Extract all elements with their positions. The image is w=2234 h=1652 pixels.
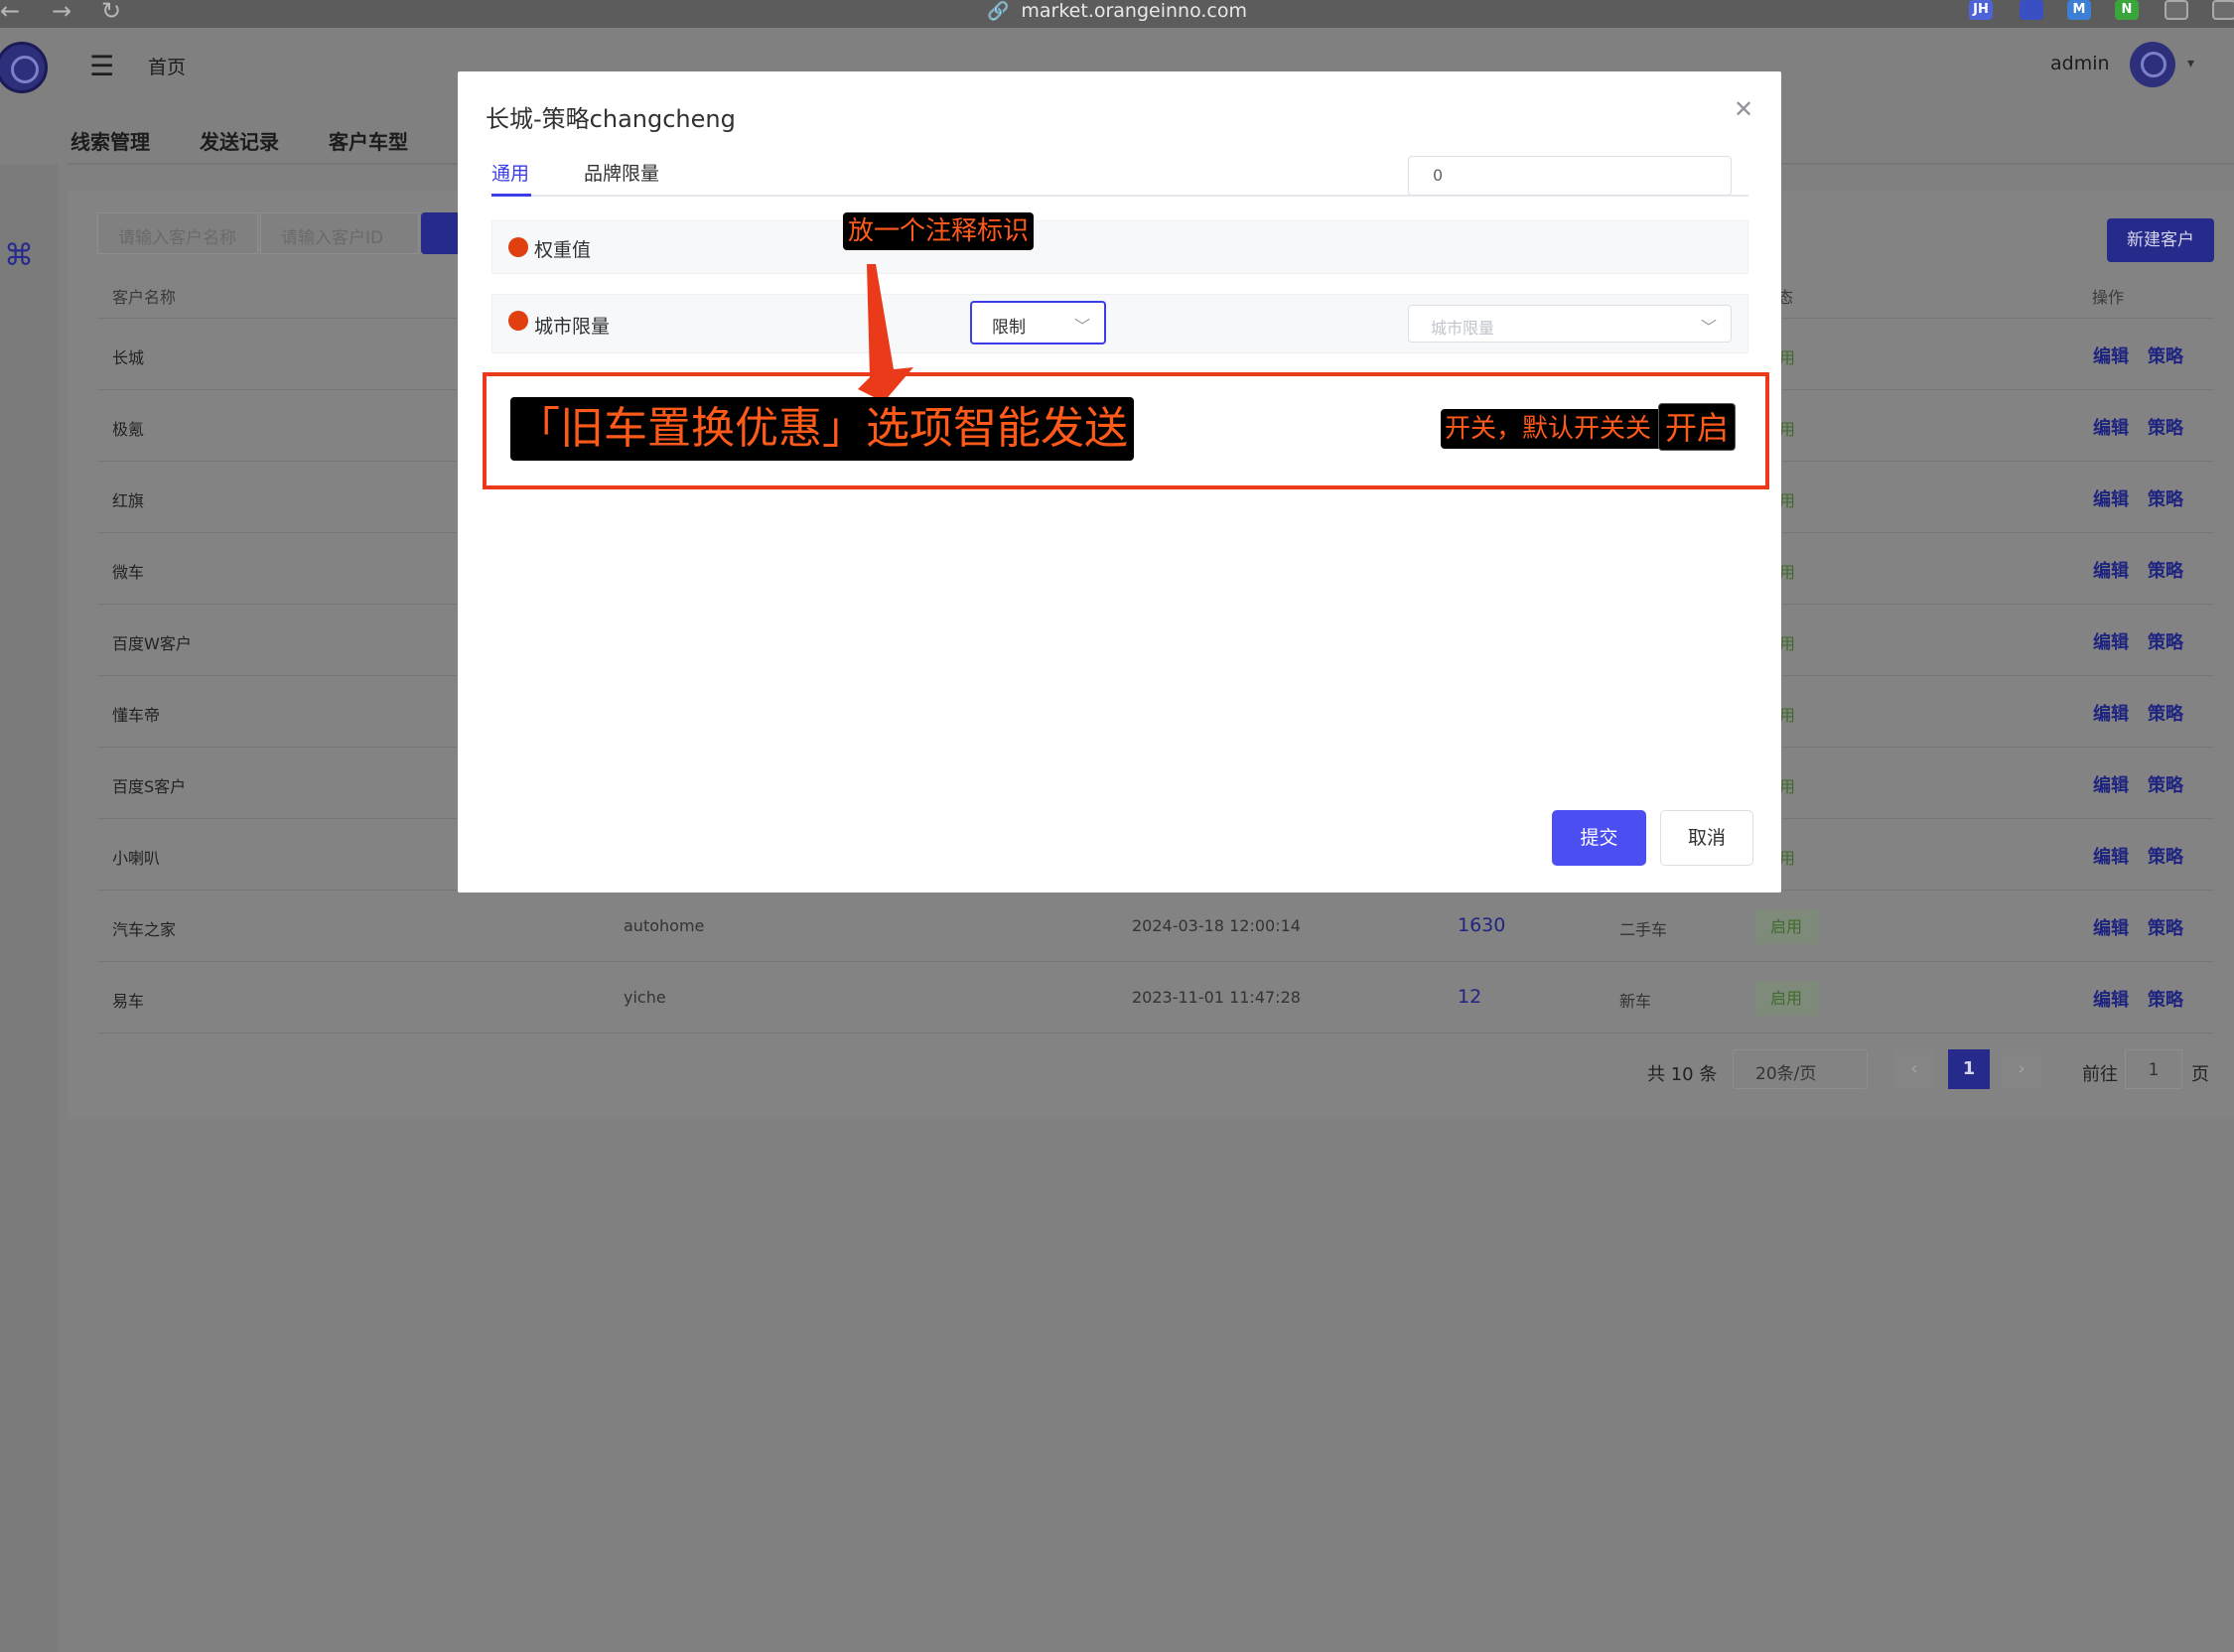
annotation-arrow	[858, 264, 913, 402]
annotation-top-note: 放一个注释标识	[843, 212, 1035, 250]
annotation-side-note: 开关，默认开关关	[1441, 409, 1663, 449]
annotation-side-note-overlay: 开启	[1658, 403, 1737, 451]
annotation-main-note: 「旧车置换优惠」选项智能发送	[510, 397, 1134, 461]
